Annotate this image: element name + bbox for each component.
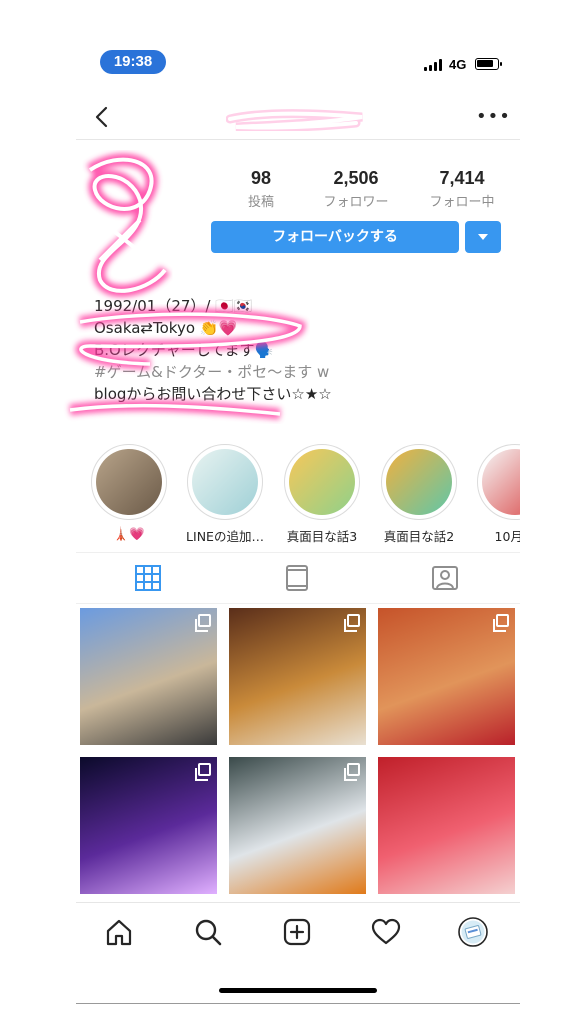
followers-count[interactable]: 2,506 フォロワー [306, 168, 406, 210]
highlight-cover [284, 444, 360, 520]
multiple-photos-icon [195, 763, 211, 781]
highlight-cover [91, 444, 167, 520]
status-time: 19:38 [100, 50, 166, 74]
home-indicator [219, 988, 377, 993]
post-thumbnail[interactable] [378, 757, 515, 894]
suggestions-dropdown-button[interactable] [465, 221, 501, 253]
post-thumbnail[interactable] [80, 757, 217, 894]
grid-icon[interactable] [134, 564, 162, 592]
following-count[interactable]: 7,414 フォロー中 [412, 168, 512, 210]
highlight-label: 真面目な話2 [383, 529, 455, 544]
profile-tabs [76, 552, 520, 604]
screen-edge-line [76, 1003, 520, 1004]
highlight-label: 真面目な話3 [286, 529, 358, 544]
bio-redaction-scribble [69, 308, 306, 420]
highlight-item[interactable]: 真面目な話3 [282, 444, 362, 545]
multiple-photos-icon [195, 614, 211, 632]
network-type: 4G [449, 57, 467, 72]
chevron-down-icon [478, 234, 488, 240]
multiple-photos-icon [344, 763, 360, 781]
highlight-item[interactable]: 真面目な話2 [379, 444, 459, 545]
more-options-button[interactable]: ••• [476, 107, 510, 127]
post-thumbnail[interactable] [229, 608, 366, 745]
highlight-cover [187, 444, 263, 520]
highlight-item[interactable]: 🗼💗 [89, 444, 169, 542]
tagged-icon[interactable] [431, 564, 459, 592]
highlight-cover [381, 444, 457, 520]
post-thumbnail[interactable] [378, 608, 515, 745]
add-post-icon[interactable] [282, 917, 312, 947]
posts-count-label: 投稿 [247, 195, 274, 210]
signal-icon [424, 59, 444, 71]
posts-count-value: 98 [250, 168, 272, 188]
following-count-value: 7,414 [439, 168, 485, 188]
status-bar: 19:38 4G [76, 40, 520, 84]
avatar-redaction-scribble [86, 153, 170, 297]
chevron-left-icon[interactable] [90, 103, 114, 131]
profile-header: ••• [76, 95, 520, 140]
multiple-photos-icon [344, 614, 360, 632]
highlight-item[interactable]: LINEの追加… [185, 444, 265, 545]
highlight-cover [477, 444, 520, 520]
following-count-label: フォロー中 [429, 195, 495, 210]
igtv-icon[interactable] [283, 564, 311, 592]
highlight-item[interactable]: 10月度 [475, 444, 520, 545]
followers-count-value: 2,506 [333, 168, 379, 188]
post-thumbnail[interactable] [80, 608, 217, 745]
followers-count-label: フォロワー [323, 195, 389, 210]
highlight-label: 10月度 [494, 529, 520, 544]
profile-stats: 98 投稿 2,506 フォロワー 7,414 フォロー中 [216, 168, 516, 212]
story-highlights: 🗼💗 LINEの追加… 真面目な話3 真面目な話2 10月度 [76, 438, 520, 548]
phone-screen: 19:38 4G ••• 98 投稿 2,506 フォロワー 7,414 フォロ… [69, 40, 520, 1002]
bottom-navigation [76, 902, 520, 959]
battery-icon [475, 58, 502, 70]
multiple-photos-icon [493, 614, 509, 632]
post-thumbnail[interactable] [229, 757, 366, 894]
heart-icon[interactable] [371, 917, 401, 947]
highlight-label: 🗼💗 [113, 526, 145, 541]
highlight-label: LINEの追加… [186, 529, 264, 544]
follow-back-button[interactable]: フォローバックする [211, 221, 459, 253]
posts-count[interactable]: 98 投稿 [216, 168, 306, 210]
home-icon[interactable] [104, 917, 134, 947]
username-redaction-scribble [226, 109, 363, 131]
profile-avatar[interactable] [458, 917, 488, 947]
search-icon[interactable] [193, 917, 223, 947]
